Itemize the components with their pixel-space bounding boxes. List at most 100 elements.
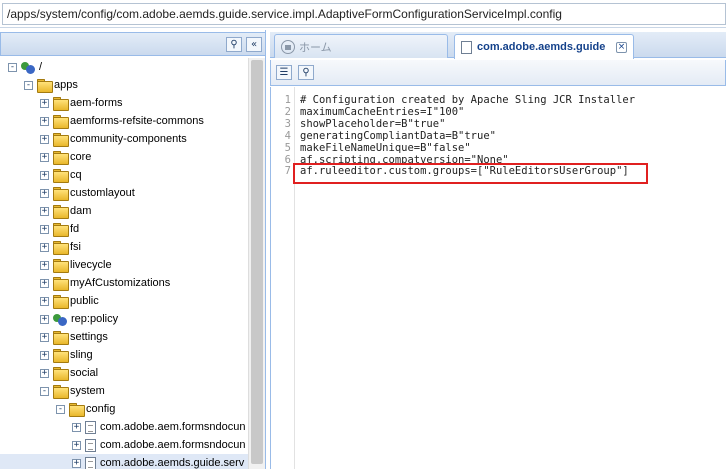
tab-config-file-label: com.adobe.aemds.guide	[477, 41, 606, 53]
tree-node[interactable]: + aemforms-refsite-commons	[40, 112, 204, 130]
expand-icon[interactable]: +	[40, 368, 49, 378]
tree-node-label: sling	[70, 349, 93, 361]
expand-icon[interactable]: +	[40, 350, 49, 360]
collapse-icon[interactable]: -	[56, 404, 65, 414]
tree-node[interactable]: - apps	[24, 76, 78, 94]
expand-icon[interactable]: +	[40, 116, 49, 126]
expand-icon[interactable]: +	[72, 458, 81, 468]
line-number-gutter: 1234567	[271, 87, 295, 469]
tree-node[interactable]: - config	[56, 400, 115, 418]
path-bar: /apps/system/config/com.adobe.aemds.guid…	[0, 0, 726, 28]
expand-icon[interactable]: +	[40, 170, 49, 180]
tree-node[interactable]: + sling	[40, 346, 93, 364]
tree-node-label: /	[39, 61, 43, 73]
tree-node[interactable]: + customlayout	[40, 184, 135, 202]
tree-node[interactable]: + fd	[40, 220, 79, 238]
folder-icon	[53, 241, 69, 255]
folder-icon	[53, 187, 69, 201]
file-icon	[85, 420, 96, 434]
line-number: 6	[284, 153, 291, 166]
line-number: 4	[284, 129, 291, 142]
tree-node[interactable]: + public	[40, 292, 99, 310]
close-icon[interactable]: ×	[616, 41, 627, 53]
folder-icon	[53, 385, 69, 399]
tree-node[interactable]: + core	[40, 148, 91, 166]
code-line[interactable]: maximumCacheEntries=I"100"	[300, 106, 464, 118]
tree-node[interactable]: - system	[40, 382, 105, 400]
tree-panel: ⚲ « - / - apps + aem-forms + aemforms-refsite-c…	[0, 30, 266, 469]
tab-config-file[interactable]: com.adobe.aemds.guide ×	[454, 34, 634, 59]
tree-node-label: system	[70, 385, 105, 397]
folder-icon	[53, 115, 69, 129]
tree-node[interactable]: + myAfCustomizations	[40, 274, 170, 292]
expand-icon[interactable]: +	[40, 278, 49, 288]
line-number: 1	[284, 94, 291, 106]
properties-icon[interactable]: ☰	[276, 65, 292, 80]
file-icon	[85, 438, 96, 452]
code-line[interactable]: showPlaceholder=B"true"	[300, 118, 445, 130]
line-number: 7	[284, 165, 291, 178]
tree-node[interactable]: + social	[40, 364, 98, 382]
users-icon	[53, 313, 68, 326]
tree-node[interactable]: + aem-forms	[40, 94, 123, 112]
tab-home[interactable]: ホーム	[274, 34, 448, 58]
home-icon	[281, 39, 295, 54]
expand-icon[interactable]: +	[40, 134, 49, 144]
tree-node[interactable]: + com.adobe.aemds.guide.serv	[0, 454, 248, 469]
binoculars-icon[interactable]: ⚲	[298, 65, 314, 80]
tree-node[interactable]: + dam	[40, 202, 91, 220]
tree-node-label: fd	[70, 223, 80, 235]
tree-node[interactable]: + com.adobe.aem.formsndocun	[72, 418, 246, 436]
folder-icon	[53, 349, 69, 363]
users-icon	[21, 61, 36, 74]
expand-icon[interactable]: +	[40, 188, 49, 198]
line-number: 2	[284, 105, 291, 118]
tree-node-label: apps	[54, 79, 78, 91]
tree-node[interactable]: + livecycle	[40, 256, 112, 274]
code-line[interactable]: makeFileNameUnique=B"false"	[300, 142, 471, 154]
path-input[interactable]: /apps/system/config/com.adobe.aemds.guid…	[2, 3, 726, 25]
expand-icon[interactable]: +	[40, 296, 49, 306]
tree-node[interactable]: + rep:policy	[40, 310, 118, 328]
tree-scrollbar[interactable]	[248, 58, 265, 469]
tree-node-label: myAfCustomizations	[70, 277, 171, 289]
code-line[interactable]: generatingCompliantData=B"true"	[300, 130, 496, 142]
tree-node[interactable]: + settings	[40, 328, 108, 346]
tree-node[interactable]: - /	[8, 58, 42, 76]
line-number: 5	[284, 141, 291, 154]
tree-node-label: aemforms-refsite-commons	[70, 115, 204, 127]
folder-icon	[53, 331, 69, 345]
tree-node[interactable]: + community-components	[40, 130, 187, 148]
expand-icon[interactable]: +	[40, 332, 49, 342]
tab-home-label: ホーム	[299, 41, 332, 54]
binoculars-icon[interactable]: ⚲	[226, 37, 242, 52]
code-editor[interactable]: 1234567 # Configuration created by Apach…	[270, 87, 726, 469]
file-icon	[85, 456, 96, 469]
collapse-icon[interactable]: -	[40, 386, 49, 396]
tree-node-label: com.adobe.aemds.guide.serv	[100, 457, 245, 469]
tree-node-label: community-components	[70, 133, 187, 145]
collapse-icon[interactable]: -	[24, 80, 33, 90]
expand-icon[interactable]: +	[40, 206, 49, 216]
collapse-left-icon[interactable]: «	[246, 37, 262, 52]
tree-node[interactable]: + cq	[40, 166, 82, 184]
expand-icon[interactable]: +	[40, 260, 49, 270]
expand-icon[interactable]: +	[40, 314, 49, 324]
tree-node[interactable]: + fsi	[40, 238, 81, 256]
expand-icon[interactable]: +	[40, 242, 49, 252]
tree-node-label: social	[70, 367, 99, 379]
tree-node-label: core	[70, 151, 92, 163]
expand-icon[interactable]: +	[40, 224, 49, 234]
folder-icon	[53, 133, 69, 147]
collapse-icon[interactable]: -	[8, 62, 17, 72]
expand-icon[interactable]: +	[40, 98, 49, 108]
tree-node[interactable]: + com.adobe.aem.formsndocun	[72, 436, 246, 454]
code-line[interactable]: # Configuration created by Apache Sling …	[300, 94, 635, 106]
expand-icon[interactable]: +	[40, 152, 49, 162]
repository-tree: - / - apps + aem-forms + aemforms-refsite-commo…	[0, 58, 248, 469]
expand-icon[interactable]: +	[72, 422, 81, 432]
expand-icon[interactable]: +	[72, 440, 81, 450]
highlight-box	[293, 163, 648, 184]
scrollbar-thumb[interactable]	[251, 60, 263, 464]
folder-icon	[53, 169, 69, 183]
